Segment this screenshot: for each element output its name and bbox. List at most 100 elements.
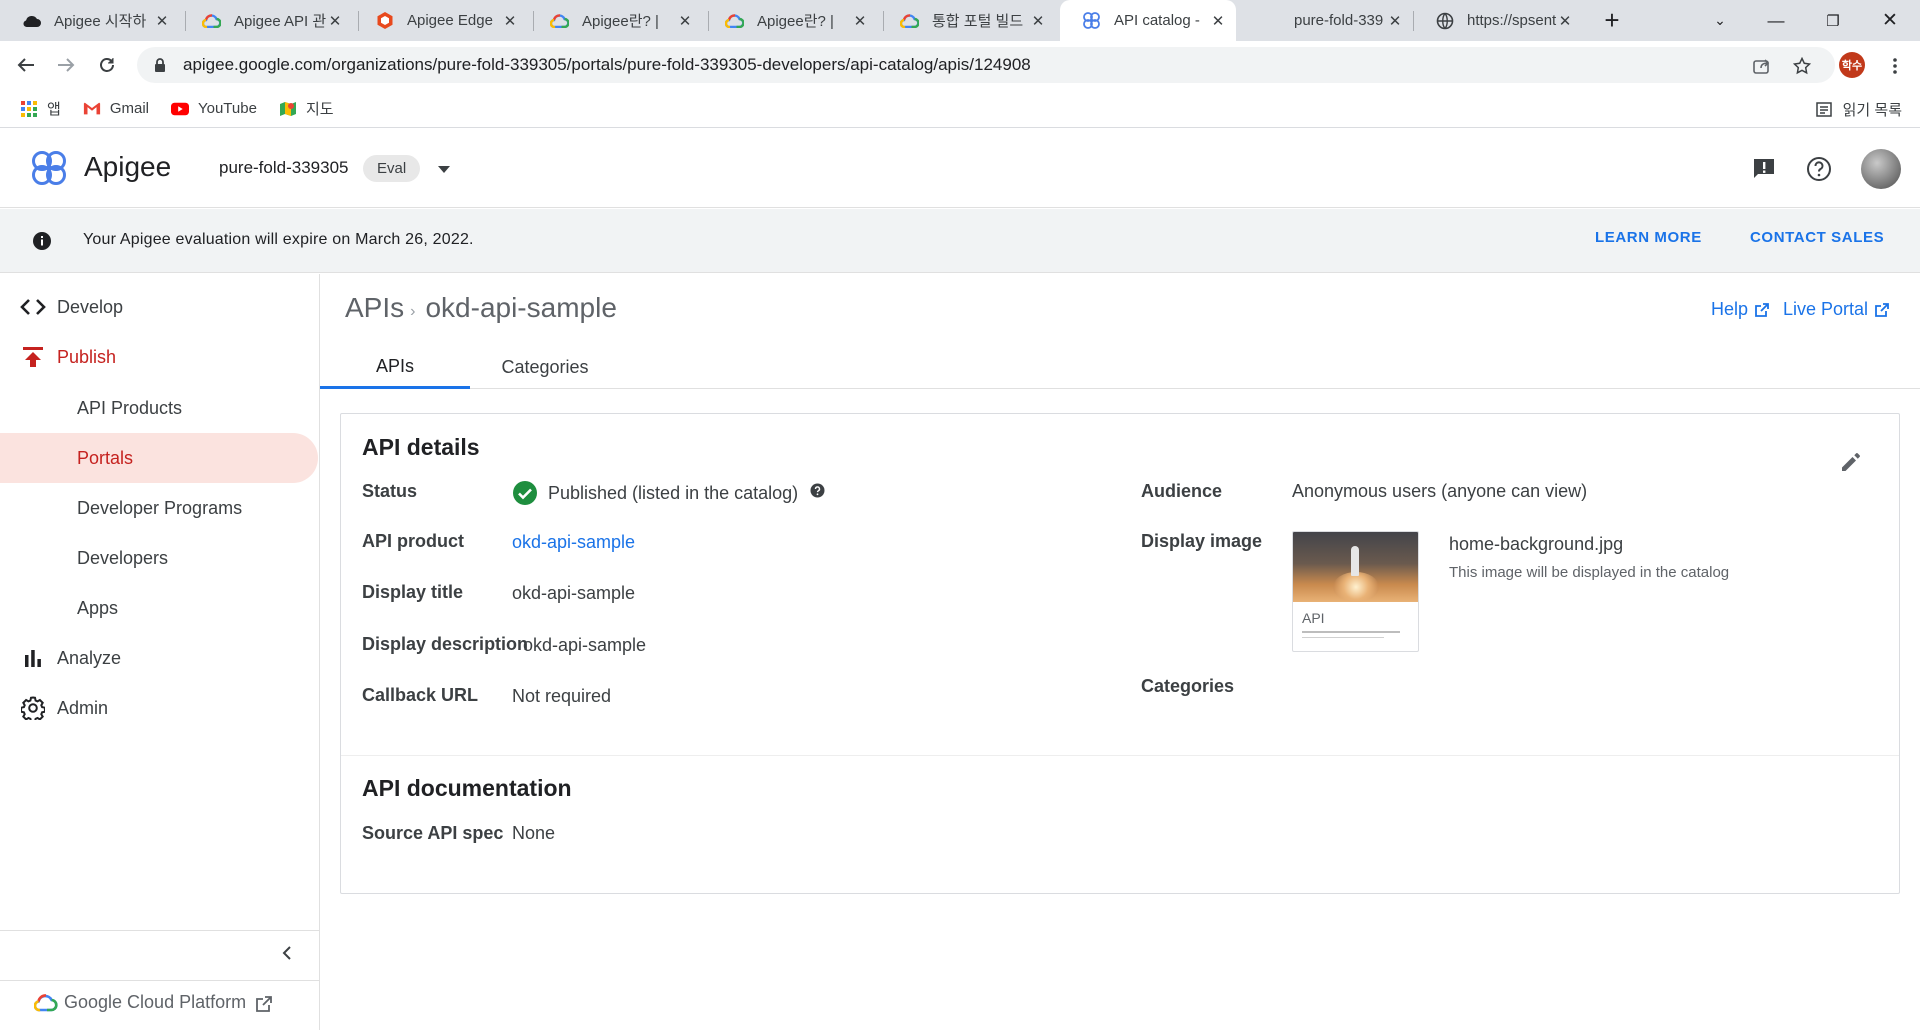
browser-tab[interactable]: pure-fold-339 ✕ xyxy=(1240,0,1413,41)
globe-icon xyxy=(1435,11,1454,30)
sidebar-item-developer-programs[interactable]: Developer Programs xyxy=(0,483,318,533)
project-name[interactable]: pure-fold-339305 xyxy=(219,158,348,178)
tab-categories[interactable]: Categories xyxy=(470,346,620,389)
contact-sales-link[interactable]: CONTACT SALES xyxy=(1750,229,1884,246)
tab-close-icon[interactable]: ✕ xyxy=(852,12,868,30)
browser-tab[interactable]: https://spsent ✕ xyxy=(1413,0,1583,41)
url-text: apigee.google.com/organizations/pure-fol… xyxy=(183,55,1031,74)
reload-button[interactable] xyxy=(91,49,123,81)
help-link[interactable]: Help xyxy=(1711,299,1770,320)
breadcrumb-apis[interactable]: APIs xyxy=(345,292,404,324)
help-icon[interactable] xyxy=(1803,153,1835,185)
forward-button[interactable] xyxy=(50,49,82,81)
brand-name[interactable]: Apigee xyxy=(84,151,171,183)
browser-tab[interactable]: Apigee Edge ✕ xyxy=(353,0,528,41)
browser-tab[interactable]: Apigee API 관 ✕ xyxy=(180,0,353,41)
source-api-spec-value: None xyxy=(512,823,556,843)
external-link-icon xyxy=(256,996,272,1012)
sidebar-item-apps[interactable]: Apps xyxy=(0,583,318,633)
new-tab-button[interactable]: + xyxy=(1584,0,1640,41)
user-avatar[interactable] xyxy=(1861,149,1901,189)
google-cloud-platform-link[interactable]: Google Cloud Platform xyxy=(34,990,274,1014)
browser-toolbar: apigee.google.com/organizations/pure-fol… xyxy=(0,41,1920,90)
cloud-icon xyxy=(22,11,41,30)
tab-apis[interactable]: APIs xyxy=(320,346,470,389)
blank-page-icon xyxy=(1262,11,1281,30)
bookmark-youtube[interactable]: YouTube xyxy=(170,100,257,118)
api-product-link[interactable]: okd-api-sample xyxy=(512,532,635,553)
gmail-icon xyxy=(83,100,101,118)
sidebar-item-develop[interactable]: Develop xyxy=(0,282,318,332)
info-icon xyxy=(33,232,51,250)
browser-tab[interactable]: Apigee란? | ✕ xyxy=(703,0,878,41)
tab-close-icon[interactable]: ✕ xyxy=(1557,12,1573,30)
browser-tab[interactable]: Apigee 시작하 ✕ xyxy=(0,0,180,41)
browser-tab[interactable]: Apigee란? | ✕ xyxy=(528,0,703,41)
sidebar-item-developers[interactable]: Developers xyxy=(0,533,318,583)
bookmarks-bar: 앱 Gmail YouTube 지도 읽기 목록 xyxy=(0,90,1920,128)
browser-menu-icon[interactable] xyxy=(1884,55,1906,77)
sidebar-item-portals[interactable]: Portals xyxy=(0,433,318,483)
arrow-left-icon xyxy=(17,58,34,72)
share-icon[interactable] xyxy=(1751,55,1773,77)
sidebar: Develop Publish API Products Portals Dev… xyxy=(0,274,320,1030)
eval-badge: Eval xyxy=(363,155,421,182)
project-dropdown-icon[interactable] xyxy=(434,157,454,181)
tab-close-icon[interactable]: ✕ xyxy=(154,12,170,30)
breadcrumb: APIs › okd-api-sample xyxy=(345,292,617,324)
status-label: Status xyxy=(362,481,418,501)
google-cloud-icon xyxy=(550,11,569,30)
window-close-button[interactable]: ✕ xyxy=(1862,0,1918,41)
reading-list-icon xyxy=(1815,100,1834,118)
browser-tab[interactable]: 통합 포털 빌드 ✕ xyxy=(878,0,1056,41)
callback-url-label: Callback URL xyxy=(362,685,479,705)
display-image-label: Display image xyxy=(1141,531,1263,551)
feedback-icon[interactable] xyxy=(1748,153,1780,185)
live-portal-link[interactable]: Live Portal xyxy=(1783,299,1890,320)
back-button[interactable] xyxy=(10,49,42,81)
learn-more-link[interactable]: LEARN MORE xyxy=(1595,229,1702,246)
browser-tab-bar: Apigee 시작하 ✕ Apigee API 관 ✕ Apigee Edge … xyxy=(0,0,1920,41)
address-bar[interactable]: apigee.google.com/organizations/pure-fol… xyxy=(137,47,1835,83)
bookmark-star-icon[interactable] xyxy=(1791,55,1813,77)
tab-close-icon[interactable]: ✕ xyxy=(1387,12,1403,30)
apigee-logo-icon xyxy=(32,151,66,185)
status-value: Published (listed in the catalog) xyxy=(512,480,825,506)
check-circle-icon xyxy=(513,481,537,505)
tab-search-icon[interactable]: ⌄ xyxy=(1692,0,1748,41)
tab-close-icon[interactable]: ✕ xyxy=(502,12,518,30)
edit-button[interactable] xyxy=(1835,446,1867,478)
display-description-label: Display description xyxy=(362,634,529,654)
api-details-card: API details Status Published (listed in … xyxy=(340,413,1900,894)
bookmark-maps[interactable]: 지도 xyxy=(279,98,334,119)
reading-list[interactable]: 읽기 목록 xyxy=(1815,90,1902,128)
chevron-left-icon xyxy=(282,946,291,960)
restore-button[interactable]: ❐ xyxy=(1805,0,1861,41)
apigee-edge-icon xyxy=(375,11,394,30)
bookmark-gmail[interactable]: Gmail xyxy=(83,100,149,118)
sidebar-item-publish[interactable]: Publish xyxy=(0,332,318,382)
sidebar-item-admin[interactable]: Admin xyxy=(0,683,318,733)
tab-close-icon[interactable]: ✕ xyxy=(677,12,693,30)
sidebar-item-analyze[interactable]: Analyze xyxy=(0,633,318,683)
publish-icon xyxy=(20,345,46,369)
banner-message: Your Apigee evaluation will expire on Ma… xyxy=(83,231,474,248)
tab-close-icon[interactable]: ✕ xyxy=(1210,12,1226,30)
bookmark-apps[interactable]: 앱 xyxy=(20,98,61,119)
source-api-spec-label: Source API spec xyxy=(362,823,504,843)
youtube-icon xyxy=(170,100,189,118)
collapse-sidebar-button[interactable] xyxy=(276,942,298,964)
app-header: Apigee pure-fold-339305 Eval xyxy=(0,129,1920,208)
minimize-button[interactable]: — xyxy=(1748,0,1804,41)
audience-value: Anonymous users (anyone can view) xyxy=(1292,481,1588,501)
tab-close-icon[interactable]: ✕ xyxy=(1030,12,1046,30)
callback-url-value: Not required xyxy=(512,686,612,706)
sidebar-item-api-products[interactable]: API Products xyxy=(0,383,318,433)
reload-icon xyxy=(100,58,114,72)
help-circle-icon[interactable] xyxy=(810,483,825,498)
tab-close-icon[interactable]: ✕ xyxy=(327,12,343,30)
gear-icon xyxy=(20,696,46,720)
external-link-icon xyxy=(1875,302,1889,317)
profile-avatar[interactable]: 학수 xyxy=(1839,52,1865,78)
browser-tab-active[interactable]: API catalog - ✕ xyxy=(1060,0,1236,41)
